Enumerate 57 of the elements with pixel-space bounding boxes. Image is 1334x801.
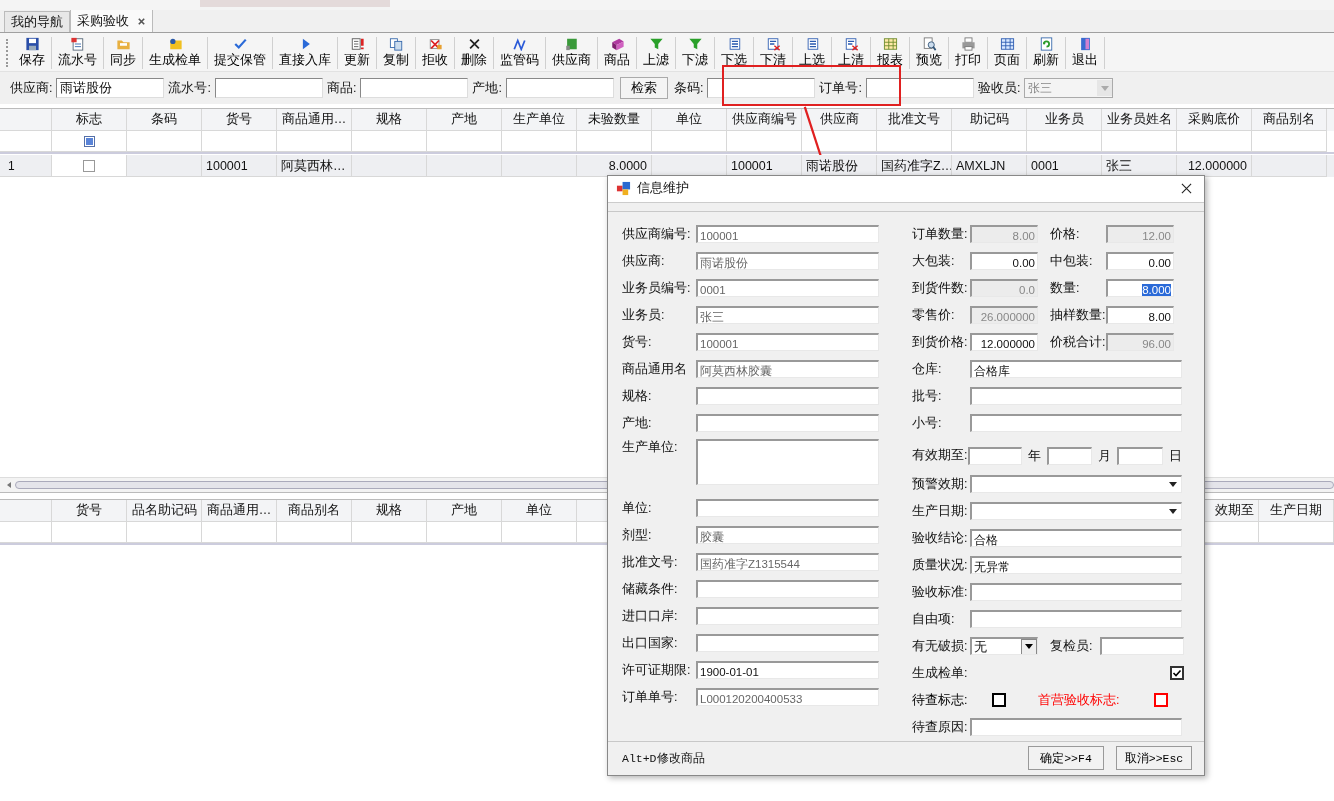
field-label: 有无破损: — [912, 637, 969, 655]
field-label: 许可证期限: — [622, 661, 692, 679]
field-label: 验收标准: — [912, 583, 969, 601]
field-label: 仓库: — [912, 360, 943, 378]
field-label: 预警效期: — [912, 475, 969, 493]
field-label: 规格: — [622, 387, 653, 405]
field-label: 中包装: — [1050, 252, 1094, 270]
field-label: 小号: — [912, 414, 943, 432]
table-cell: 阿莫西林… — [277, 155, 352, 177]
field-label: 到货件数: — [912, 279, 969, 297]
field-label: 生产单位: — [622, 438, 679, 456]
field-label: 订单数量: — [912, 225, 969, 243]
field-label: 订单单号: — [622, 688, 679, 706]
window-title: 信息维护 — [637, 180, 689, 198]
table-cell: 100001 — [202, 155, 277, 177]
hint-text: Alt+D修改商品 — [622, 750, 705, 766]
field-label: 储藏条件: — [622, 580, 679, 598]
field-label: 验收员: — [977, 79, 1021, 97]
field-label: 生产日期: — [912, 502, 969, 520]
field-label: 数量: — [1050, 279, 1081, 297]
field-label: 价税合计: — [1050, 333, 1106, 351]
field-label: 单位: — [622, 499, 653, 517]
field-label: 出口国家: — [622, 634, 679, 652]
field-label: 供应商: — [622, 252, 666, 270]
field-label: 自由项: — [912, 610, 956, 628]
field-label: 待查原因: — [912, 718, 969, 736]
field-label: 有效期至: — [912, 447, 969, 465]
field-label: 流水号: — [168, 79, 211, 97]
field-label: 抽样数量: — [1050, 306, 1106, 324]
field-label: 生成检单: — [912, 664, 969, 682]
field-label: 商品: — [326, 79, 357, 97]
field-label: 批号: — [912, 387, 943, 405]
field-label: 剂型: — [622, 526, 653, 544]
field-label: 产地: — [472, 79, 502, 97]
field-label: 价格: — [1050, 225, 1081, 243]
field-label: 零售价: — [912, 306, 956, 324]
field-label: 业务员: — [622, 306, 666, 324]
unit-label: 日 — [1169, 446, 1182, 465]
field-label: 商品通用名 — [622, 360, 688, 378]
field-label: 订单号: — [819, 79, 862, 97]
unit-label: 月 — [1098, 446, 1112, 465]
field-label: 质量状况: — [912, 556, 969, 574]
field-label: 条码: — [673, 79, 704, 97]
field-label: 产地: — [622, 414, 653, 432]
field-label: 货号: — [622, 333, 653, 351]
field-label: 进口口岸: — [622, 607, 679, 625]
field-label: 大包装: — [912, 252, 956, 270]
field-label: 批准文号: — [622, 553, 679, 571]
field-label: 业务员编号: — [622, 279, 692, 297]
field-label: 首营验收标志: — [1038, 691, 1121, 709]
field-label: 复检员: — [1050, 637, 1094, 655]
field-label: 到货价格: — [912, 333, 969, 351]
field-label: 供应商: — [10, 79, 53, 97]
unit-label: 年 — [1027, 446, 1041, 465]
field-label: 验收结论: — [912, 529, 969, 547]
field-label: 供应商编号: — [622, 225, 692, 243]
field-label: 待查标志: — [912, 691, 969, 709]
